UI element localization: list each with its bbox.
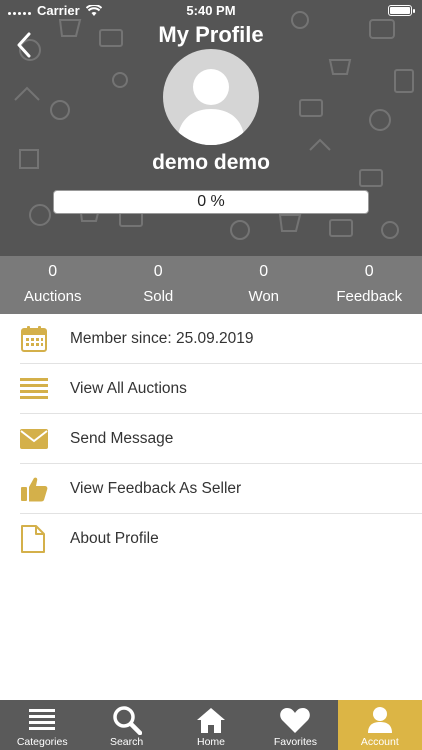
stat-label: Auctions: [23, 288, 82, 305]
tab-search[interactable]: Search: [84, 700, 168, 750]
stat-label: Won: [248, 288, 280, 305]
stat-feedback[interactable]: 0 Feedback: [317, 256, 422, 314]
tab-bar: Categories Search Home Favorites Account: [0, 700, 422, 750]
document-icon: [21, 525, 45, 553]
profile-menu: Member since: 25.09.2019 View All Auctio…: [0, 314, 422, 564]
menu-item-label: About Profile: [70, 530, 159, 547]
menu-item-view-feedback-as-seller[interactable]: View Feedback As Seller: [0, 464, 422, 514]
page-title: My Profile: [158, 22, 264, 47]
menu-item-about-profile[interactable]: About Profile: [0, 514, 422, 564]
tab-label: Account: [360, 736, 399, 748]
progress-text: 0 %: [197, 193, 225, 210]
tab-home[interactable]: Home: [169, 700, 253, 750]
stat-won[interactable]: 0 Won: [211, 256, 317, 314]
stat-value: 0: [259, 263, 269, 280]
menu-item-view-all-auctions[interactable]: View All Auctions: [0, 364, 422, 414]
thumbs-up-icon: [21, 477, 48, 502]
search-icon: [112, 706, 142, 735]
profile-header: Carrier 5:40 PM My Profile demo demo 0 %: [0, 0, 422, 256]
tab-label: Categories: [16, 736, 68, 748]
stat-value: 0: [364, 263, 374, 280]
user-silhouette-icon: [177, 69, 245, 145]
heart-icon: [280, 708, 311, 733]
status-bar: Carrier 5:40 PM: [0, 0, 422, 22]
account-icon: [367, 707, 392, 733]
menu-item-label: Member since: 25.09.2019: [70, 330, 254, 347]
stat-value: 0: [48, 263, 58, 280]
battery-icon: [388, 5, 415, 16]
calendar-icon: [21, 326, 47, 352]
stat-sold[interactable]: 0 Sold: [106, 256, 212, 314]
profile-progress-bar: 0 %: [53, 190, 369, 214]
menu-item-label: View Feedback As Seller: [70, 480, 242, 497]
status-time: 5:40 PM: [186, 3, 236, 18]
tab-label: Home: [197, 736, 226, 748]
stats-bar: 0 Auctions 0 Sold 0 Won 0 Feedback: [0, 256, 422, 314]
menu-item-send-message[interactable]: Send Message: [0, 414, 422, 464]
menu-item-member-since: Member since: 25.09.2019: [0, 314, 422, 364]
tab-label: Favorites: [273, 736, 318, 748]
envelope-icon: [20, 429, 48, 449]
menu-item-label: View All Auctions: [70, 380, 187, 397]
list-icon: [20, 378, 48, 399]
stat-auctions[interactable]: 0 Auctions: [0, 256, 106, 314]
tab-account[interactable]: Account: [337, 700, 422, 750]
tab-favorites[interactable]: Favorites: [253, 700, 337, 750]
stat-label: Sold: [143, 288, 174, 305]
user-name: demo demo: [152, 151, 270, 174]
home-icon: [197, 708, 226, 733]
stat-label: Feedback: [336, 288, 403, 305]
tab-label: Search: [109, 736, 144, 748]
stat-value: 0: [153, 263, 163, 280]
categories-icon: [29, 709, 56, 730]
tab-categories[interactable]: Categories: [0, 700, 84, 750]
avatar[interactable]: [163, 49, 259, 145]
menu-item-label: Send Message: [70, 430, 174, 447]
